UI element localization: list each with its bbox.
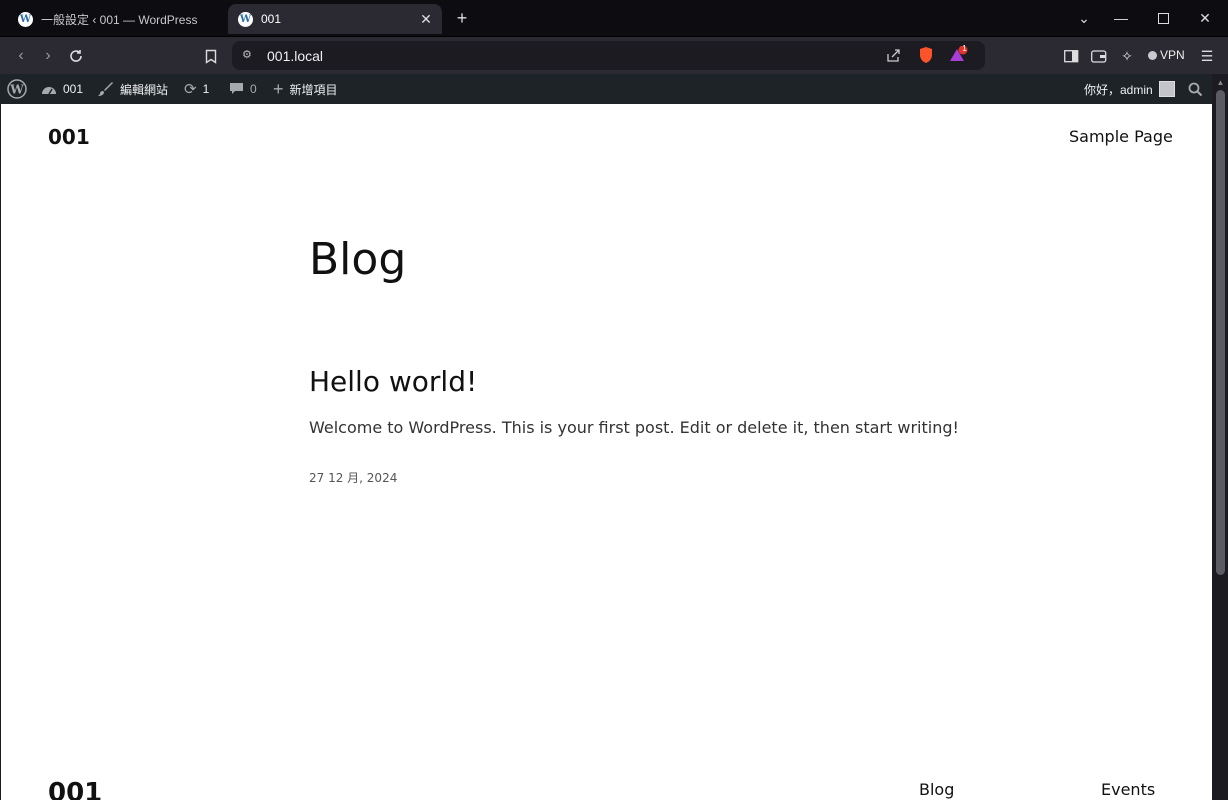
back-button[interactable]: ‹ xyxy=(11,46,31,66)
avatar xyxy=(1158,81,1175,97)
bookmark-button[interactable] xyxy=(201,46,221,66)
vpn-label: VPN xyxy=(1160,48,1185,62)
tab-001[interactable]: W 001 ✕ xyxy=(228,4,442,34)
my-account-menu[interactable]: 你好，admin xyxy=(1084,74,1175,104)
plus-icon: + xyxy=(273,78,284,99)
reload-button[interactable] xyxy=(66,46,86,66)
share-icon[interactable] xyxy=(883,45,903,65)
scroll-up-arrow-icon[interactable]: ▲ xyxy=(1216,78,1225,87)
footer-site-title[interactable]: 001 xyxy=(48,778,102,800)
greeting-label: 你好，admin xyxy=(1084,82,1153,97)
scroll-thumb[interactable] xyxy=(1216,90,1225,575)
reload-icon xyxy=(70,50,82,62)
menu-icon[interactable]: ☰ xyxy=(1197,46,1217,66)
site-name-label: 001 xyxy=(63,82,84,96)
brave-shield-icon[interactable] xyxy=(916,45,936,65)
wallet-icon[interactable] xyxy=(1089,46,1109,66)
svg-text:W: W xyxy=(9,83,24,97)
bookmark-icon xyxy=(205,49,217,64)
comments-menu[interactable]: 0 xyxy=(229,74,257,104)
close-window-button[interactable]: ✕ xyxy=(1196,9,1214,27)
brush-icon xyxy=(97,81,114,97)
rewards-badge-count: 1 xyxy=(962,44,967,53)
new-item-label: 新增項目 xyxy=(289,82,338,97)
leo-ai-icon[interactable]: ✧ xyxy=(1117,46,1137,66)
tab-title: 001 xyxy=(261,12,282,26)
post-excerpt: Welcome to WordPress. This is your first… xyxy=(309,418,959,437)
sidebar-icon[interactable] xyxy=(1061,46,1081,66)
new-content-menu[interactable]: + 新增項目 xyxy=(273,74,338,104)
comment-icon xyxy=(229,82,244,96)
footer-link-blog[interactable]: Blog xyxy=(919,780,954,799)
site-title[interactable]: 001 xyxy=(48,125,90,149)
page-heading: Blog xyxy=(309,234,407,285)
tab-strip: W 一般設定 ‹ 001 — WordPress W 001 ✕ + ⌄ — ✕ xyxy=(0,0,1228,37)
wp-admin-bar: W 001 編輯網站 ⟳ 1 0 + 新增項目 你好，admin xyxy=(0,74,1212,104)
new-tab-button[interactable]: + xyxy=(453,9,471,27)
address-bar[interactable]: ⚙ 001.local 1 xyxy=(232,41,985,70)
footer-link-events[interactable]: Events xyxy=(1101,780,1155,799)
updates-icon: ⟳ xyxy=(184,81,197,98)
search-icon xyxy=(1188,82,1203,97)
nav-sample-page[interactable]: Sample Page xyxy=(1069,127,1173,146)
edit-site-menu[interactable]: 編輯網站 xyxy=(97,74,168,104)
updates-count: 1 xyxy=(202,82,210,96)
site-name-menu[interactable]: 001 xyxy=(41,74,83,104)
admin-search-button[interactable] xyxy=(1188,74,1203,104)
close-tab-icon[interactable]: ✕ xyxy=(418,11,434,27)
browser-window: W 一般設定 ‹ 001 — WordPress W 001 ✕ + ⌄ — ✕… xyxy=(0,0,1228,800)
comments-count: 0 xyxy=(250,82,257,96)
page-scrollbar[interactable]: ▲ xyxy=(1212,74,1228,800)
edit-site-label: 編輯網站 xyxy=(120,82,169,97)
dashboard-icon xyxy=(41,82,57,96)
url-text: 001.local xyxy=(267,48,324,64)
tab-search-chevron-icon[interactable]: ⌄ xyxy=(1075,9,1093,27)
page-content: 001 Sample Page Blog Hello world! Welcom… xyxy=(1,104,1212,800)
forward-button[interactable]: › xyxy=(38,46,58,66)
browser-toolbar: ‹ › ⚙ 001.local 1 ✧ VPN ☰ xyxy=(0,37,1228,74)
tab-general-settings[interactable]: W 一般設定 ‹ 001 — WordPress xyxy=(8,4,222,34)
vpn-button[interactable]: VPN xyxy=(1148,48,1185,62)
post-title[interactable]: Hello world! xyxy=(309,365,477,398)
wp-logo-menu[interactable]: W xyxy=(7,74,27,104)
updates-menu[interactable]: ⟳ 1 xyxy=(184,74,209,104)
post-date[interactable]: 27 12 月, 2024 xyxy=(309,469,397,486)
minimize-button[interactable]: — xyxy=(1112,9,1130,27)
tab-title: 一般設定 ‹ 001 — WordPress xyxy=(41,12,198,27)
maximize-icon xyxy=(1157,12,1169,24)
wordpress-favicon-icon: W xyxy=(18,11,33,27)
vpn-status-icon xyxy=(1148,50,1157,60)
site-info-icon[interactable]: ⚙ xyxy=(242,48,256,62)
wordpress-icon: W xyxy=(7,79,27,99)
wordpress-favicon-icon: W xyxy=(238,11,253,27)
maximize-button[interactable] xyxy=(1154,9,1172,27)
